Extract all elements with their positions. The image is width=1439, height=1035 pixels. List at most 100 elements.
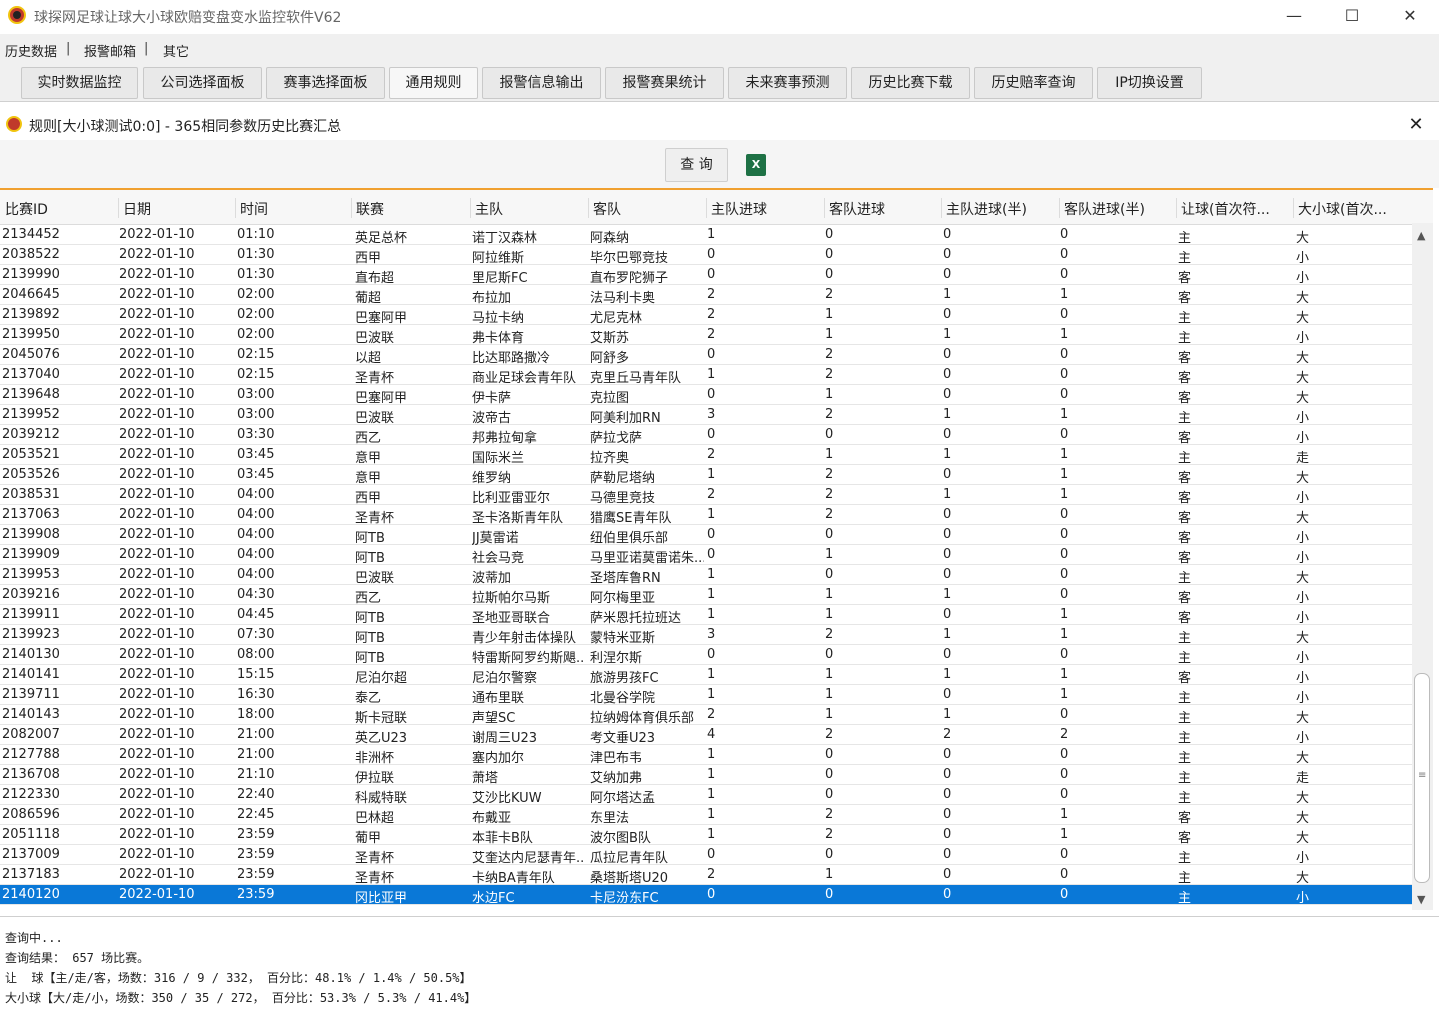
- column-divider[interactable]: [941, 198, 942, 218]
- table-row[interactable]: 2086596 2022-01-10 22:45 巴林超 布戴亚 东里法 1 2 0 1 客 大: [0, 805, 1412, 826]
- table-row[interactable]: 2122330 2022-01-10 22:40 科威特联 艾沙比KUW 阿尔塔达孟 1 0 0…: [0, 785, 1412, 806]
- table-cell: 2: [825, 287, 834, 302]
- column-divider[interactable]: [351, 198, 352, 218]
- column-divider[interactable]: [1176, 198, 1177, 218]
- tab-future-prediction[interactable]: 未来赛事预测: [728, 67, 847, 99]
- tab-match-panel[interactable]: 赛事选择面板: [266, 67, 385, 99]
- table-row[interactable]: 2139990 2022-01-10 01:30 直布超 里尼斯FC 直布罗陀狮子 0 0 0 0…: [0, 265, 1412, 286]
- column-divider[interactable]: [235, 198, 236, 218]
- table-cell: 2: [707, 307, 716, 322]
- table-cell: 弗卡体育: [472, 331, 525, 346]
- table-row[interactable]: 2139908 2022-01-10 04:00 阿TB JJ莫雷诺 纽伯里俱乐部 0 0 0 0…: [0, 525, 1412, 546]
- table-cell: 0: [1060, 367, 1069, 382]
- col-home-goals-header[interactable]: 主队进球: [711, 199, 823, 219]
- table-row[interactable]: 2137063 2022-01-10 04:00 圣青杯 圣卡洛斯青年队 猎鹰SE青年队 1…: [0, 505, 1412, 526]
- table-row[interactable]: 2139923 2022-01-10 07:30 阿TB 青少年射击体操队 蒙特米亚斯 3 2…: [0, 625, 1412, 646]
- column-divider[interactable]: [588, 198, 589, 218]
- col-home-team-header[interactable]: 主队: [475, 199, 587, 219]
- table-cell: 冈比亚甲: [355, 891, 408, 906]
- table-row[interactable]: 2137009 2022-01-10 23:59 圣青杯 艾奎达内尼瑟青年... 瓜拉尼青…: [0, 845, 1412, 866]
- tab-company-panel[interactable]: 公司选择面板: [143, 67, 262, 99]
- table-cell: 0: [1060, 527, 1069, 542]
- menu-alert-email[interactable]: 报警邮箱: [84, 41, 136, 60]
- scroll-up-icon[interactable]: ▲: [1417, 229, 1425, 242]
- table-header: 比赛ID 日期 时间 联赛 主队 客队 主队进球 客队进球 主队进球(半) 客队进球(半) 让球(首…: [0, 190, 1433, 225]
- col-home-goals-half-header[interactable]: 主队进球(半): [946, 199, 1058, 219]
- table-row[interactable]: 2051118 2022-01-10 23:59 葡甲 本菲卡B队 波尔图B队 1 2 0 1 客 大: [0, 825, 1412, 846]
- col-handicap-header[interactable]: 让球(首次符...: [1181, 199, 1293, 219]
- col-date-header[interactable]: 日期: [123, 199, 235, 219]
- col-time-header[interactable]: 时间: [240, 199, 350, 219]
- table-cell: 0: [1060, 867, 1069, 882]
- table-row[interactable]: 2039216 2022-01-10 04:30 西乙 拉斯帕尔马斯 阿尔梅里亚 1 1 1 0 客…: [0, 585, 1412, 606]
- col-match-id-header[interactable]: 比赛ID: [5, 199, 117, 219]
- table-row[interactable]: 2139648 2022-01-10 03:00 巴塞阿甲 伊卡萨 克拉图 0 1 0 0 客 大: [0, 385, 1412, 406]
- table-row[interactable]: 2039212 2022-01-10 03:30 西乙 邦弗拉甸拿 萨拉戈萨 0 0 0 0 客 小: [0, 425, 1412, 446]
- table-row[interactable]: 2139911 2022-01-10 04:45 阿TB 圣地亚哥联合 萨米恩托拉班达 1 1…: [0, 605, 1412, 626]
- table-cell: 23:59: [237, 847, 275, 862]
- table-cell: 2022-01-10: [119, 627, 195, 642]
- column-divider[interactable]: [1059, 198, 1060, 218]
- table-cell: 利涅尔斯: [590, 651, 643, 666]
- table-row[interactable]: 2140141 2022-01-10 15:15 尼泊尔超 尼泊尔警察 旅游男孩FC 1 1 1…: [0, 665, 1412, 686]
- menu-other[interactable]: 其它: [163, 41, 189, 60]
- table-row[interactable]: 2082007 2022-01-10 21:00 英乙U23 谢周三U23 考文垂U23 4…: [0, 725, 1412, 746]
- table-cell: 0: [825, 267, 834, 282]
- column-divider[interactable]: [118, 198, 119, 218]
- table-row[interactable]: 2139909 2022-01-10 04:00 阿TB 社会马竞 马里亚诺莫雷诺朱...…: [0, 545, 1412, 566]
- table-cell: 1: [707, 807, 716, 822]
- inner-close-button[interactable]: ✕: [1402, 112, 1430, 138]
- col-away-team-header[interactable]: 客队: [593, 199, 707, 219]
- table-row[interactable]: 2134452 2022-01-10 01:10 英足总杯 诺丁汉森林 阿森纳 1 0 0 0 主 大: [0, 225, 1412, 246]
- col-away-goals-header[interactable]: 客队进球: [829, 199, 941, 219]
- table-cell: 23:59: [237, 867, 275, 882]
- scroll-down-icon[interactable]: ▼: [1417, 893, 1425, 906]
- table-row[interactable]: 2140120 2022-01-10 23:59 冈比亚甲 水边FC 卡尼汾东FC 0 0 0 0…: [0, 885, 1412, 906]
- maximize-button[interactable]: ☐: [1323, 0, 1381, 32]
- table-row[interactable]: 2038531 2022-01-10 04:00 西甲 比利亚雷亚尔 马德里竞技 2 2 1 1 客…: [0, 485, 1412, 506]
- scroll-thumb[interactable]: ≡: [1414, 673, 1430, 883]
- col-over-under-header[interactable]: 大小球(首次...: [1298, 199, 1408, 219]
- table-row[interactable]: 2045076 2022-01-10 02:15 以超 比达耶路撒冷 阿舒多 0 2 0 0 客 大: [0, 345, 1412, 366]
- query-button[interactable]: 查 询: [665, 148, 728, 182]
- table-row[interactable]: 2139892 2022-01-10 02:00 巴塞阿甲 马拉卡纳 尤尼克林 2 1 0 0 主 大: [0, 305, 1412, 326]
- col-away-goals-half-header[interactable]: 客队进球(半): [1064, 199, 1176, 219]
- table-row[interactable]: 2139953 2022-01-10 04:00 巴波联 波蒂加 圣塔库鲁RN 1 0 0 0 主 大: [0, 565, 1412, 586]
- column-divider[interactable]: [1293, 198, 1294, 218]
- col-league-header[interactable]: 联赛: [356, 199, 468, 219]
- tab-odds-query[interactable]: 历史赔率查询: [974, 67, 1093, 99]
- tab-history-download[interactable]: 历史比赛下载: [851, 67, 970, 99]
- table-cell: 尤尼克林: [590, 311, 643, 326]
- table-row[interactable]: 2137040 2022-01-10 02:15 圣青杯 商业足球会青年队 克里丘马青年队…: [0, 365, 1412, 386]
- table-row[interactable]: 2053521 2022-01-10 03:45 意甲 国际米兰 拉齐奥 2 1 1 1 主 走: [0, 445, 1412, 466]
- table-cell: 小: [1296, 491, 1310, 506]
- table-row[interactable]: 2053526 2022-01-10 03:45 意甲 维罗纳 萨勒尼塔纳 1 2 0 1 客 大: [0, 465, 1412, 486]
- menu-history-data[interactable]: 历史数据: [5, 41, 57, 60]
- table-row[interactable]: 2127788 2022-01-10 21:00 非洲杯 塞内加尔 津巴布韦 1 0 0 0 主 大: [0, 745, 1412, 766]
- tab-alert-results[interactable]: 报警赛果统计: [605, 67, 724, 99]
- excel-export-icon[interactable]: X: [746, 154, 766, 176]
- tab-alert-output[interactable]: 报警信息输出: [482, 67, 601, 99]
- table-row[interactable]: 2139952 2022-01-10 03:00 巴波联 波帝古 阿美利加RN 3 2 1 1 主 小: [0, 405, 1412, 426]
- table-cell: 2022-01-10: [119, 867, 195, 882]
- table-row[interactable]: 2038522 2022-01-10 01:30 西甲 阿拉维斯 毕尔巴鄂竞技 0 0 0 0 主 小: [0, 245, 1412, 266]
- tab-realtime-monitor[interactable]: 实时数据监控: [21, 67, 138, 99]
- table-row[interactable]: 2140143 2022-01-10 18:00 斯卡冠联 声望SC 拉纳姆体育俱乐部 2 1…: [0, 705, 1412, 726]
- table-cell: 客: [1178, 491, 1192, 506]
- column-divider[interactable]: [706, 198, 707, 218]
- close-button[interactable]: ✕: [1381, 0, 1439, 32]
- column-divider[interactable]: [824, 198, 825, 218]
- log-output: 查询中... 查询结果： 657 场比赛。 让 球【主/走/客，场数：316 /…: [0, 916, 1439, 1035]
- table-row[interactable]: 2139950 2022-01-10 02:00 巴波联 弗卡体育 艾斯苏 2 1 1 1 主 小: [0, 325, 1412, 346]
- table-cell: 1: [943, 287, 952, 302]
- table-row[interactable]: 2140130 2022-01-10 08:00 阿TB 特雷斯阿罗约斯飓... 利涅尔斯…: [0, 645, 1412, 666]
- table-row[interactable]: 2139711 2022-01-10 16:30 泰乙 通布里联 北曼谷学院 1 1 0 1 主 小: [0, 685, 1412, 706]
- vertical-scrollbar[interactable]: ▲ ≡ ▼: [1412, 223, 1433, 910]
- tab-ip-settings[interactable]: IP切换设置: [1097, 67, 1202, 99]
- table-row[interactable]: 2136708 2022-01-10 21:10 伊拉联 萧塔 艾纳加弗 1 0 0 0 主 走: [0, 765, 1412, 786]
- table-row[interactable]: 2046645 2022-01-10 02:00 葡超 布拉加 法马利卡奥 2 2 1 1 客 大: [0, 285, 1412, 306]
- table-row[interactable]: 2137183 2022-01-10 23:59 圣青杯 卡纳BA青年队 桑塔斯塔U20 2…: [0, 865, 1412, 886]
- tab-general-rules[interactable]: 通用规则: [389, 67, 478, 99]
- minimize-button[interactable]: —: [1265, 0, 1323, 32]
- column-divider[interactable]: [470, 198, 471, 218]
